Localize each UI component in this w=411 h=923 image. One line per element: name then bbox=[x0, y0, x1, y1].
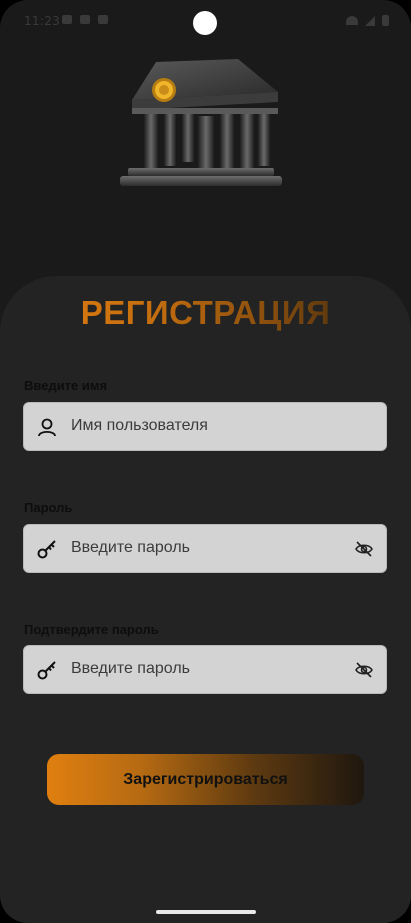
confirm-password-placeholder: Введите пароль bbox=[71, 660, 190, 677]
password-field[interactable]: Введите пароль bbox=[23, 524, 387, 573]
camera-cutout bbox=[193, 11, 217, 35]
eye-off-icon[interactable] bbox=[354, 539, 374, 559]
notification-icon bbox=[62, 15, 72, 24]
status-bar: 11:23 bbox=[0, 0, 411, 44]
notification-icons bbox=[62, 15, 108, 24]
password-label: Пароль bbox=[24, 500, 73, 515]
key-icon bbox=[37, 540, 56, 559]
page-title: РЕГИСТРАЦИЯ bbox=[0, 294, 411, 332]
password-placeholder: Введите пароль bbox=[71, 539, 190, 556]
confirm-password-label: Подтвердите пароль bbox=[24, 622, 159, 637]
home-indicator[interactable] bbox=[156, 910, 256, 914]
register-button[interactable]: Зарегистрироваться bbox=[47, 754, 364, 805]
username-field[interactable]: Имя пользователя bbox=[23, 402, 387, 451]
registration-screen: 11:23 РЕГИСТРАЦИЯ Введите имя Имя пользо… bbox=[0, 0, 411, 923]
wifi-icon bbox=[346, 16, 358, 25]
notification-icon bbox=[80, 15, 90, 24]
bank-icon bbox=[120, 59, 282, 186]
form-card bbox=[0, 276, 411, 923]
username-label: Введите имя bbox=[24, 378, 108, 393]
system-icons bbox=[346, 15, 389, 26]
status-time: 11:23 bbox=[24, 14, 61, 28]
signal-icon bbox=[365, 15, 375, 26]
user-icon bbox=[38, 418, 56, 437]
notification-icon bbox=[98, 15, 108, 24]
key-icon bbox=[37, 661, 56, 680]
eye-off-icon[interactable] bbox=[354, 660, 374, 680]
battery-icon bbox=[382, 15, 389, 26]
username-placeholder: Имя пользователя bbox=[71, 417, 208, 434]
register-button-label: Зарегистрироваться bbox=[123, 770, 288, 788]
confirm-password-field[interactable]: Введите пароль bbox=[23, 645, 387, 694]
